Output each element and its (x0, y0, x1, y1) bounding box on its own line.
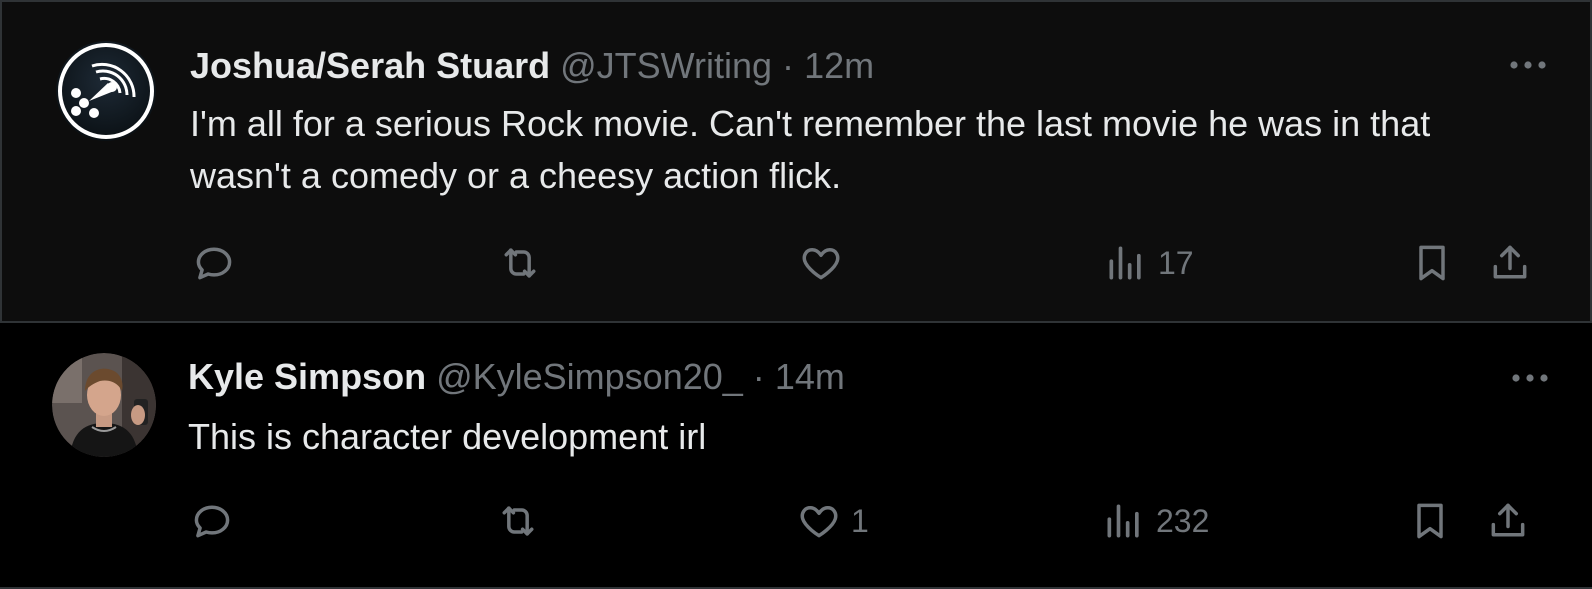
share-icon (1491, 503, 1525, 537)
views-button[interactable]: 232 (1102, 497, 1209, 545)
tweet-header: Kyle Simpson @KyleSimpson20_ · 14m (188, 355, 845, 399)
tweet[interactable]: Joshua/Serah Stuard @JTSWriting · 12m I'… (0, 0, 1592, 321)
view-count: 232 (1156, 502, 1210, 539)
separator: · (752, 356, 765, 397)
share-button[interactable] (1488, 239, 1532, 287)
display-name[interactable]: Joshua/Serah Stuard (190, 45, 550, 86)
user-handle[interactable]: @KyleSimpson20_ (436, 356, 743, 397)
avatar[interactable] (52, 353, 156, 457)
bookmark-icon (1419, 245, 1445, 281)
bookmark-button[interactable] (1410, 239, 1454, 287)
bookmark-button[interactable] (1408, 497, 1452, 545)
more-button[interactable] (1506, 50, 1550, 80)
user-handle[interactable]: @JTSWriting (560, 45, 772, 86)
reply-icon (196, 247, 232, 280)
views-button[interactable]: 17 (1104, 239, 1194, 287)
like-button[interactable]: 1 (797, 497, 869, 545)
like-button[interactable] (799, 239, 853, 287)
share-icon (1493, 245, 1527, 279)
satellite-dish-logo-icon (56, 41, 156, 141)
reply-button[interactable] (190, 497, 234, 545)
bookmark-icon (1417, 503, 1443, 539)
reply-icon (194, 505, 230, 538)
more-icon (1512, 374, 1548, 382)
tweet-header: Joshua/Serah Stuard @JTSWriting · 12m (190, 44, 874, 88)
reply-feed: Joshua/Serah Stuard @JTSWriting · 12m I'… (0, 0, 1592, 589)
action-bar: 1 232 (0, 497, 1592, 545)
more-button[interactable] (1508, 363, 1552, 393)
heart-icon (802, 248, 840, 280)
retweet-button[interactable] (496, 497, 540, 545)
like-count: 1 (851, 502, 869, 539)
share-button[interactable] (1486, 497, 1530, 545)
timestamp[interactable]: 14m (775, 356, 845, 397)
views-icon (1109, 246, 1141, 280)
action-bar: 17 (2, 239, 1592, 287)
view-count: 17 (1158, 244, 1194, 281)
retweet-button[interactable] (498, 239, 542, 287)
avatar[interactable] (54, 39, 158, 143)
separator: · (782, 45, 795, 86)
reply-button[interactable] (192, 239, 236, 287)
timestamp[interactable]: 12m (804, 45, 874, 86)
views-icon (1107, 504, 1139, 538)
more-icon (1510, 61, 1546, 69)
tweet-text: This is character development irl (188, 416, 707, 457)
profile-photo-icon (52, 353, 156, 457)
tweet-text: I'm all for a serious Rock movie. Can't … (190, 103, 1431, 196)
retweet-icon (504, 248, 536, 278)
tweet[interactable]: Kyle Simpson @KyleSimpson20_ · 14m This … (0, 321, 1592, 589)
display-name[interactable]: Kyle Simpson (188, 356, 426, 397)
heart-icon (800, 506, 838, 538)
retweet-icon (502, 506, 534, 536)
